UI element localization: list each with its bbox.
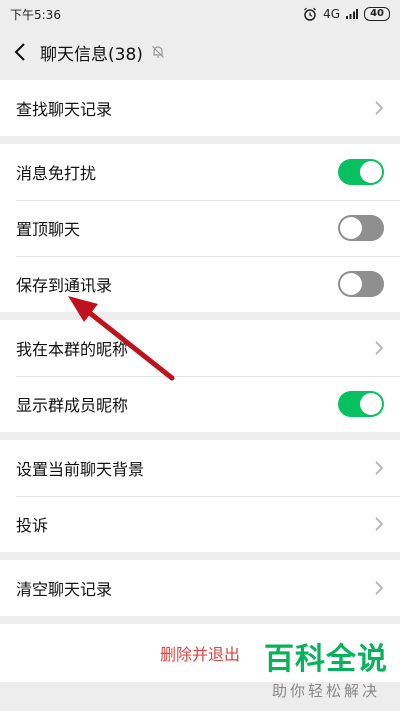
- battery-indicator: 40: [364, 7, 390, 21]
- chevron-right-icon: [375, 461, 384, 475]
- clear-history-row[interactable]: 清空聊天记录: [0, 560, 400, 616]
- alarm-icon: [304, 7, 317, 21]
- misc-group: 设置当前聊天背景 投诉: [0, 440, 400, 552]
- watermark-title: 百科全说: [264, 642, 388, 677]
- my-nickname-label: 我在本群的昵称: [16, 340, 129, 359]
- save-contacts-toggle[interactable]: [338, 271, 384, 297]
- toggle-knob: [340, 273, 362, 295]
- toggle-knob: [340, 217, 362, 239]
- mute-label: 消息免打扰: [16, 164, 97, 183]
- search-history-row[interactable]: 查找聊天记录: [0, 80, 400, 136]
- search-history-label: 查找聊天记录: [16, 100, 113, 119]
- delete-exit-label: 删除并退出: [159, 645, 240, 664]
- mute-toggle[interactable]: [338, 159, 384, 185]
- show-nicknames-toggle[interactable]: [338, 391, 384, 417]
- my-nickname-row[interactable]: 我在本群的昵称: [0, 320, 400, 376]
- pin-toggle[interactable]: [338, 215, 384, 241]
- complaint-label: 投诉: [16, 516, 49, 535]
- nav-bar: 聊天信息(38): [0, 28, 400, 76]
- toggle-knob: [360, 393, 382, 415]
- watermark: 百科全说 助你轻松解决: [264, 634, 388, 701]
- mute-row: 消息免打扰: [0, 144, 400, 200]
- show-nicknames-label: 显示群成员昵称: [16, 396, 129, 415]
- pin-row: 置顶聊天: [0, 200, 400, 256]
- chevron-right-icon: [375, 581, 384, 595]
- chat-background-label: 设置当前聊天背景: [16, 460, 145, 479]
- watermark-subtitle: 助你轻松解决: [271, 682, 380, 700]
- save-contacts-label: 保存到通讯录: [16, 276, 113, 295]
- toggle-knob: [360, 161, 382, 183]
- chevron-left-icon[interactable]: [14, 43, 26, 61]
- status-icons: 4G 40: [303, 7, 390, 21]
- status-bar: 下午5:36 4G 40: [0, 0, 400, 28]
- bell-off-icon: [151, 46, 164, 58]
- signal-icon: [346, 9, 359, 19]
- chevron-right-icon: [375, 101, 384, 115]
- pin-label: 置顶聊天: [16, 220, 81, 239]
- clear-group: 清空聊天记录: [0, 560, 400, 616]
- show-nicknames-row: 显示群成员昵称: [0, 376, 400, 432]
- search-group: 查找聊天记录: [0, 80, 400, 136]
- status-time: 下午5:36: [10, 7, 61, 22]
- page-title: 聊天信息(38): [40, 44, 143, 65]
- chevron-right-icon: [375, 517, 384, 531]
- chat-background-row[interactable]: 设置当前聊天背景: [0, 440, 400, 496]
- nickname-group: 我在本群的昵称 显示群成员昵称: [0, 320, 400, 432]
- complaint-row[interactable]: 投诉: [0, 496, 400, 552]
- chevron-right-icon: [375, 341, 384, 355]
- settings-group: 消息免打扰 置顶聊天 保存到通讯录: [0, 144, 400, 312]
- network-type: 4G: [323, 7, 341, 21]
- save-contacts-row: 保存到通讯录: [0, 256, 400, 312]
- clear-history-label: 清空聊天记录: [16, 580, 113, 599]
